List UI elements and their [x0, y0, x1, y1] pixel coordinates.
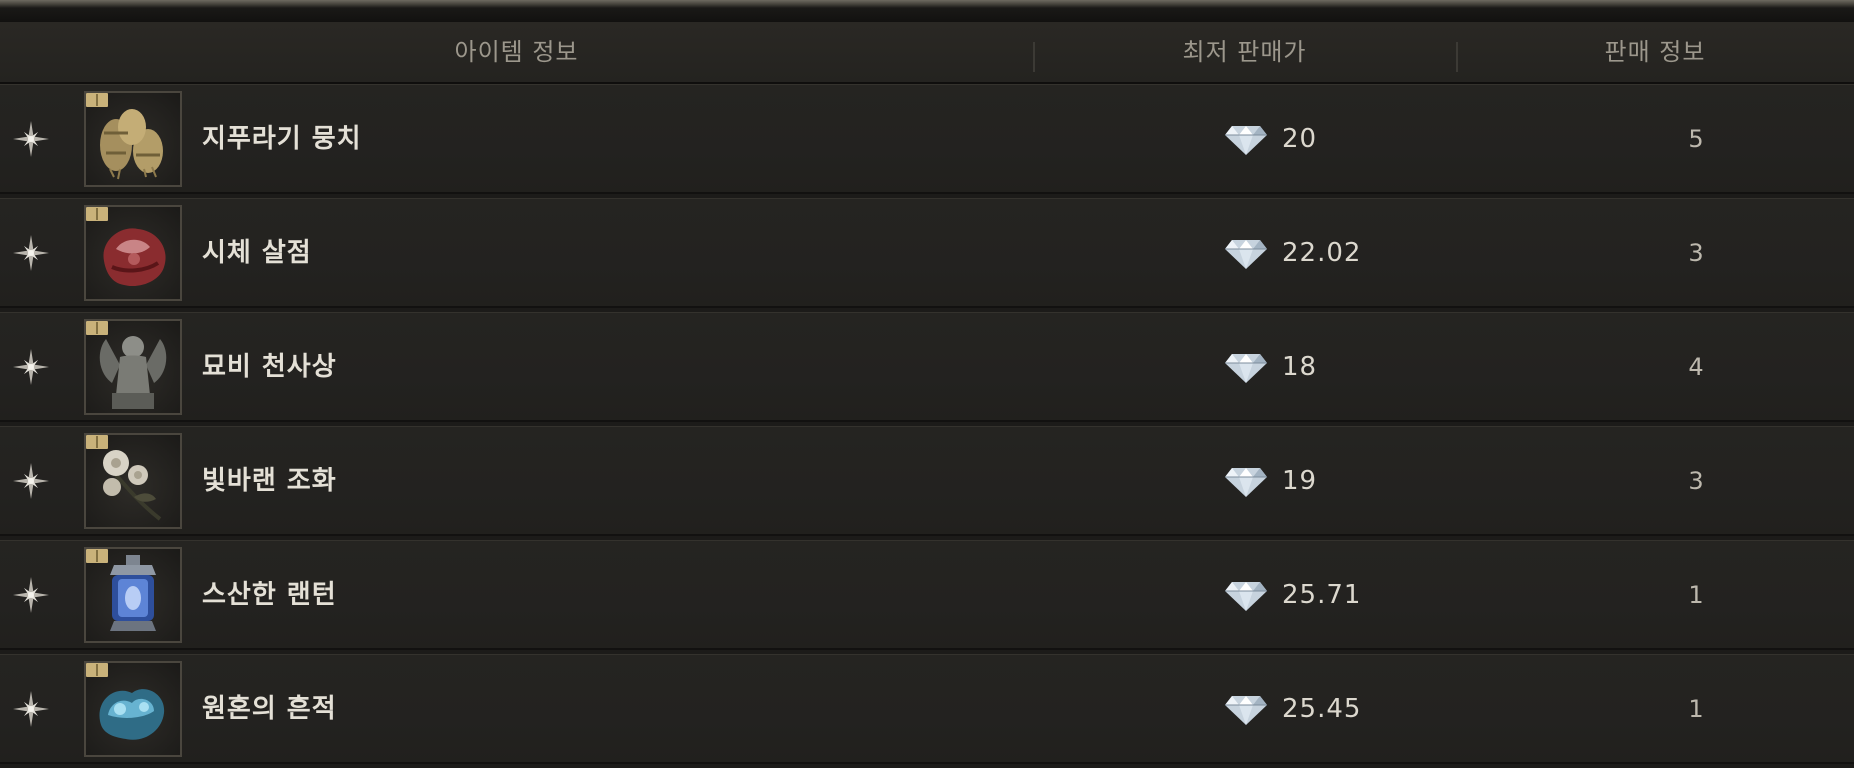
column-header-lowest-price[interactable]: 최저 판매가 [1033, 22, 1456, 82]
column-header-sale-info[interactable]: 판매 정보 [1456, 22, 1854, 82]
price-cell: 22.02 [1224, 199, 1361, 307]
favorite-star-icon[interactable] [8, 461, 54, 501]
item-slot[interactable] [84, 91, 182, 187]
book-icon [86, 435, 108, 449]
favorite-star-icon[interactable] [8, 119, 54, 159]
favorite-star-icon[interactable] [8, 233, 54, 273]
diamond-gem-icon [1225, 126, 1267, 155]
sale-count: 4 [1688, 353, 1704, 381]
table-row[interactable]: 지푸라기 뭉치 20 5 [0, 84, 1854, 194]
item-name: 지푸라기 뭉치 [202, 124, 362, 154]
item-slot[interactable] [84, 433, 182, 529]
item-slot[interactable] [84, 547, 182, 643]
diamond-gem-icon [1225, 468, 1267, 497]
price-value: 20 [1282, 124, 1318, 154]
price-cell: 18 [1224, 313, 1317, 421]
table-row[interactable]: 시체 살점 22.02 3 [0, 198, 1854, 308]
favorite-star-icon[interactable] [8, 575, 54, 615]
column-header-item-info[interactable]: 아이템 정보 [0, 22, 1033, 82]
price-value: 19 [1282, 466, 1318, 496]
diamond-gem-icon [1225, 582, 1267, 611]
book-icon [86, 93, 108, 107]
item-name: 시체 살점 [202, 238, 312, 268]
favorite-star-icon[interactable] [8, 347, 54, 387]
sale-count: 3 [1688, 467, 1704, 495]
item-slot[interactable] [84, 319, 182, 415]
sale-count: 1 [1688, 695, 1704, 723]
item-name: 묘비 천사상 [202, 352, 337, 382]
item-name: 빛바랜 조화 [202, 466, 337, 496]
table-row[interactable]: 스산한 랜턴 25.71 1 [0, 540, 1854, 650]
table-row[interactable]: 원혼의 흔적 25.45 1 [0, 654, 1854, 764]
item-slot[interactable] [84, 661, 182, 757]
book-icon [86, 321, 108, 335]
price-cell: 19 [1224, 427, 1317, 535]
price-value: 18 [1282, 352, 1318, 382]
price-value: 22.02 [1282, 238, 1362, 268]
window-top-frame [0, 0, 1854, 22]
price-value: 25.45 [1282, 694, 1362, 724]
diamond-gem-icon [1225, 240, 1267, 269]
book-icon [86, 549, 108, 563]
price-cell: 25.71 [1224, 541, 1361, 649]
table-header: 아이템 정보 최저 판매가 판매 정보 [0, 22, 1854, 84]
favorite-star-icon[interactable] [8, 689, 54, 729]
table-row[interactable]: 빛바랜 조화 19 3 [0, 426, 1854, 536]
item-slot[interactable] [84, 205, 182, 301]
diamond-gem-icon [1225, 354, 1267, 383]
price-value: 25.71 [1282, 580, 1362, 610]
diamond-gem-icon [1225, 696, 1267, 725]
sale-count: 1 [1688, 581, 1704, 609]
sale-count: 3 [1688, 239, 1704, 267]
sale-count: 5 [1688, 125, 1704, 153]
item-list: 지푸라기 뭉치 20 5 시체 살점 22.02 3 묘비 천사상 18 4 빛… [0, 84, 1854, 768]
item-name: 스산한 랜턴 [202, 580, 337, 610]
price-cell: 25.45 [1224, 655, 1361, 763]
book-icon [86, 663, 108, 677]
book-icon [86, 207, 108, 221]
item-name: 원혼의 흔적 [202, 694, 337, 724]
table-row[interactable]: 묘비 천사상 18 4 [0, 312, 1854, 422]
price-cell: 20 [1224, 85, 1317, 193]
